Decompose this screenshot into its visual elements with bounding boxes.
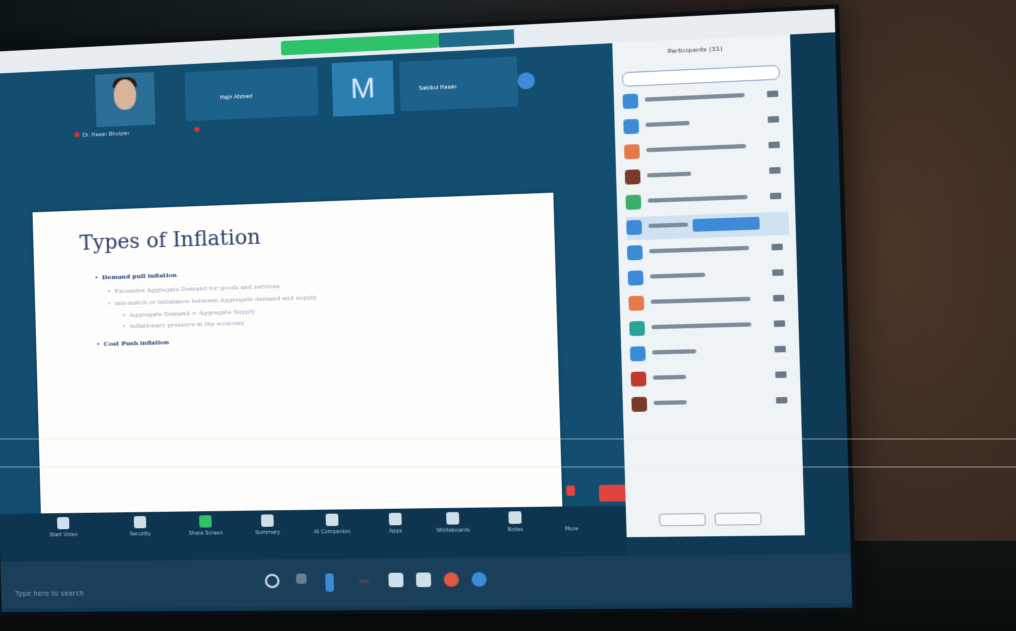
document-icon [260,514,274,527]
participants-panel: Participants (31) [612,34,805,538]
participant-row[interactable] [627,263,791,291]
photo-background: Dr. Hasan Bhuiyan Hajir Ahmed M Sakibul … [0,0,1016,631]
slide-bullet: • inflationary pressure in the economy [122,319,245,331]
invite-button[interactable] [659,513,706,527]
participant-row[interactable] [629,339,793,366]
participant-row[interactable] [626,237,790,266]
share-screen-button[interactable]: Share Screen [185,515,227,537]
participant-name: Dr. Hasan Bhuiyan [74,130,129,139]
cortana-icon[interactable] [264,573,280,589]
scan-line [0,466,1016,468]
participant-name [194,126,202,134]
sparkle-icon [325,513,339,527]
participant-video-tile [95,71,156,128]
slide-title: Types of Inflation [79,224,261,255]
more-icon [565,510,578,523]
mail-icon[interactable] [415,572,432,588]
shared-slide: Types of Inflation • Demand pull inflati… [32,192,563,534]
start-video-button[interactable]: Start Video [43,517,84,539]
participant-row[interactable] [631,390,794,417]
slide-bullet: • mis-match or imbalance between Aggrega… [107,294,317,308]
store-icon[interactable] [388,572,404,588]
participant-row[interactable] [630,365,794,392]
notes-button[interactable]: Notes [493,511,537,533]
apps-button[interactable]: Apps [374,512,417,535]
shield-icon [133,516,147,529]
next-page-icon[interactable] [517,72,536,90]
windows-taskbar: Type here to search [0,554,853,609]
meeting-area: Dr. Hasan Bhuiyan Hajir Ahmed M Sakibul … [0,43,631,534]
participant-tile [399,56,519,112]
zoom-icon[interactable] [471,572,487,587]
more-button[interactable]: More [549,510,593,533]
ai-companion-button[interactable]: AI Companion [311,513,354,535]
participant-row[interactable] [625,186,788,215]
dots-icon [358,579,370,584]
chrome-icon[interactable] [443,572,459,587]
whiteboard-icon [446,512,460,525]
mute-all-button[interactable] [714,512,762,526]
security-button[interactable]: Security [120,516,161,538]
slide-bullet: • Demand pull inflation [94,271,177,282]
slide-bullet: • Cost Push inflation [96,339,170,349]
apps-icon [388,512,402,526]
participant-row[interactable] [624,160,788,190]
summary-button[interactable]: Summary [246,514,288,536]
notes-icon [508,511,522,524]
participant-row[interactable] [629,314,792,342]
slide-bullet: • Excessive Aggregate Demand for goods a… [107,282,280,296]
stop-share-button[interactable] [438,29,515,48]
task-view-icon[interactable] [295,573,307,584]
video-icon [57,517,70,530]
record-icon[interactable] [566,485,576,496]
taskbar-search-input[interactable]: Type here to search [15,589,84,598]
scan-line [0,438,1016,440]
participant-row[interactable] [624,135,787,165]
participant-row-selected[interactable] [626,211,790,241]
participant-face [113,78,137,111]
share-icon [199,515,212,528]
whiteboards-button[interactable]: Whiteboards [431,512,474,534]
avatar: M [331,60,395,117]
slide-bullet: • Aggregate Demand > Aggregate Supply [121,308,256,320]
participant-search-input[interactable] [621,64,781,87]
meeting-toolbar: Start Video Security Share Screen Summar… [0,505,628,562]
monitor-screen: Dr. Hasan Bhuiyan Hajir Ahmed M Sakibul … [0,4,857,617]
participant-row[interactable] [628,288,791,316]
edge-icon[interactable] [325,573,335,592]
